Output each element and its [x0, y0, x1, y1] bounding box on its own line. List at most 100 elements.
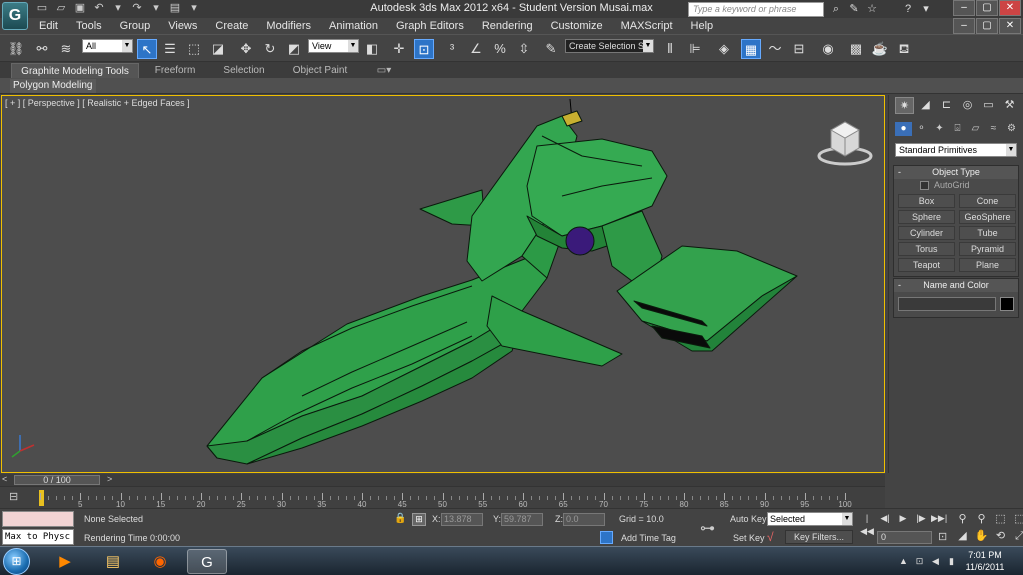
ribbon-options-icon[interactable]: ▭▾	[373, 63, 395, 78]
auto-key-button[interactable]: Auto Key	[730, 514, 767, 524]
menu-graph-editors[interactable]: Graph Editors	[387, 18, 473, 34]
curve-editor-icon[interactable]: 〜	[765, 39, 785, 59]
doc-minimize-button[interactable]: –	[953, 18, 975, 34]
sphere-button[interactable]: Sphere	[898, 210, 955, 224]
maximize-button[interactable]: ▢	[976, 0, 998, 16]
render-setup-icon[interactable]: ▩	[846, 39, 866, 59]
motion-tab-icon[interactable]: ◎	[958, 97, 977, 114]
network-icon[interactable]: ⊡	[914, 556, 925, 567]
z-coordinate-field[interactable]: 0.0	[563, 513, 605, 526]
clock-time[interactable]: 7:01 PM	[958, 550, 1012, 560]
menu-help[interactable]: Help	[682, 18, 723, 34]
play-icon[interactable]: ▶	[895, 512, 911, 525]
start-button[interactable]: ⊞	[3, 548, 30, 575]
perspective-viewport[interactable]: [ + ] [ Perspective ] [ Realistic + Edge…	[1, 95, 885, 473]
binoculars-icon[interactable]: ⌕	[828, 1, 844, 17]
time-slider-thumb[interactable]: 0 / 100	[14, 475, 100, 485]
menu-views[interactable]: Views	[159, 18, 206, 34]
geosphere-button[interactable]: GeoSphere	[959, 210, 1016, 224]
object-type-header[interactable]: - Object Type	[894, 166, 1018, 179]
shapes-icon[interactable]: ⚬	[913, 122, 930, 136]
box-button[interactable]: Box	[898, 194, 955, 208]
pivot-center-icon[interactable]: ◧	[362, 39, 382, 59]
reference-coordinate-select[interactable]: View ▼	[308, 39, 359, 53]
tab-selection[interactable]: Selection	[214, 63, 274, 78]
utilities-tab-icon[interactable]: ⚒	[1000, 97, 1019, 114]
wrench-icon[interactable]: ✎	[846, 1, 862, 17]
polygon-modeling-panel[interactable]: Polygon Modeling	[10, 79, 96, 93]
set-key-button[interactable]: Set Key	[733, 533, 765, 543]
rotate-icon[interactable]: ↻	[260, 39, 280, 59]
add-time-tag[interactable]: Add Time Tag	[621, 533, 676, 543]
cylinder-button[interactable]: Cylinder	[898, 226, 955, 240]
doc-close-button[interactable]: ✕	[999, 18, 1021, 34]
help-icon[interactable]: ?	[900, 1, 916, 17]
volume-icon[interactable]: ◀	[930, 556, 941, 567]
link-icon[interactable]: ⛓	[6, 39, 26, 59]
viewcube[interactable]	[817, 116, 877, 166]
spinner-snap-icon[interactable]: ⇳	[514, 39, 534, 59]
go-to-start-icon[interactable]: |◀◀	[859, 512, 875, 536]
y-coordinate-field[interactable]: 59.787	[501, 513, 543, 526]
align-icon[interactable]: ⊫	[685, 39, 705, 59]
lights-icon[interactable]: ✦	[931, 122, 948, 136]
edit-named-selection-icon[interactable]: ✎	[541, 39, 561, 59]
plane-button[interactable]: Plane	[959, 258, 1016, 272]
current-frame-field[interactable]: 0	[877, 531, 932, 544]
move-icon[interactable]: ✥	[236, 39, 256, 59]
time-configuration-icon[interactable]: ⊡	[938, 530, 947, 543]
rectangular-selection-icon[interactable]: ⬚	[184, 39, 204, 59]
keyboard-shortcut-override-icon[interactable]: ⊡	[414, 39, 434, 59]
scale-icon[interactable]: ◩	[284, 39, 304, 59]
zoom-extents-icon[interactable]: ⬚	[992, 512, 1009, 527]
tab-graphite-modeling-tools[interactable]: Graphite Modeling Tools	[11, 63, 139, 78]
zoom-extents-all-icon[interactable]: ⬚	[1011, 512, 1023, 527]
snaps-toggle-icon[interactable]: ³	[442, 39, 462, 59]
3dsmax-taskbar-icon[interactable]: G	[187, 549, 227, 574]
key-set-select[interactable]: Selected ▼	[767, 512, 853, 526]
object-name-field[interactable]	[898, 297, 996, 311]
rendered-frame-window-icon[interactable]: ☕	[870, 39, 890, 59]
menu-rendering[interactable]: Rendering	[473, 18, 542, 34]
display-tab-icon[interactable]: ▭	[979, 97, 998, 114]
category-select[interactable]: Standard Primitives ▼	[895, 143, 1017, 157]
next-frame-icon[interactable]: |▶	[913, 512, 929, 525]
go-to-end-icon[interactable]: ▶▶|	[931, 512, 947, 525]
selection-filter-select[interactable]: All ▼	[82, 39, 133, 53]
checkbox-icon[interactable]	[920, 181, 929, 190]
zoom-icon[interactable]: ⚲	[954, 512, 971, 527]
autogrid-checkbox[interactable]: AutoGrid	[894, 179, 1018, 192]
space-warps-icon[interactable]: ≈	[985, 122, 1002, 136]
select-object-icon[interactable]: ↖	[137, 39, 157, 59]
default-in-out-tangent-icon[interactable]: √	[767, 530, 774, 544]
spaceship-model[interactable]	[2, 96, 885, 473]
window-crossing-icon[interactable]: ◪	[208, 39, 228, 59]
name-color-header[interactable]: - Name and Color	[894, 279, 1018, 292]
select-by-name-icon[interactable]: ☰	[160, 39, 180, 59]
absolute-mode-icon[interactable]: ⊞	[412, 513, 426, 526]
tab-freeform[interactable]: Freeform	[145, 63, 205, 78]
geometry-icon[interactable]: ●	[895, 122, 912, 136]
media-player-icon[interactable]: ▶	[45, 549, 85, 574]
menu-maxscript[interactable]: MAXScript	[612, 18, 682, 34]
bind-space-warp-icon[interactable]: ≋	[56, 39, 76, 59]
modify-tab-icon[interactable]: ◢	[916, 97, 935, 114]
mirror-icon[interactable]: ⫴	[660, 39, 680, 59]
search-input[interactable]: Type a keyword or phrase	[688, 2, 824, 17]
named-selection-sets-select[interactable]: Create Selection Se ▼	[565, 39, 654, 53]
menu-create[interactable]: Create	[206, 18, 257, 34]
schematic-view-icon[interactable]: ⊟	[789, 39, 809, 59]
layer-manager-icon[interactable]: ◈	[714, 39, 734, 59]
set-key-icon[interactable]: ⊶	[700, 519, 715, 537]
menu-group[interactable]: Group	[111, 18, 160, 34]
object-color-swatch[interactable]	[1000, 297, 1014, 311]
menu-customize[interactable]: Customize	[542, 18, 612, 34]
menu-tools[interactable]: Tools	[67, 18, 111, 34]
create-tab-icon[interactable]: ✷	[895, 97, 914, 114]
orbit-icon[interactable]: ⟲	[992, 529, 1009, 544]
selection-lock-icon[interactable]: 🔒	[394, 513, 406, 524]
timeline-ruler[interactable]: 5 10 15 20 25 30 35 40 45 50 55 60 65 70 75 80 85 90 95 100	[39, 490, 852, 509]
pan-icon[interactable]: ✋	[973, 529, 990, 544]
firefox-icon[interactable]: ◉	[140, 549, 180, 574]
helpers-icon[interactable]: ▱	[967, 122, 984, 136]
